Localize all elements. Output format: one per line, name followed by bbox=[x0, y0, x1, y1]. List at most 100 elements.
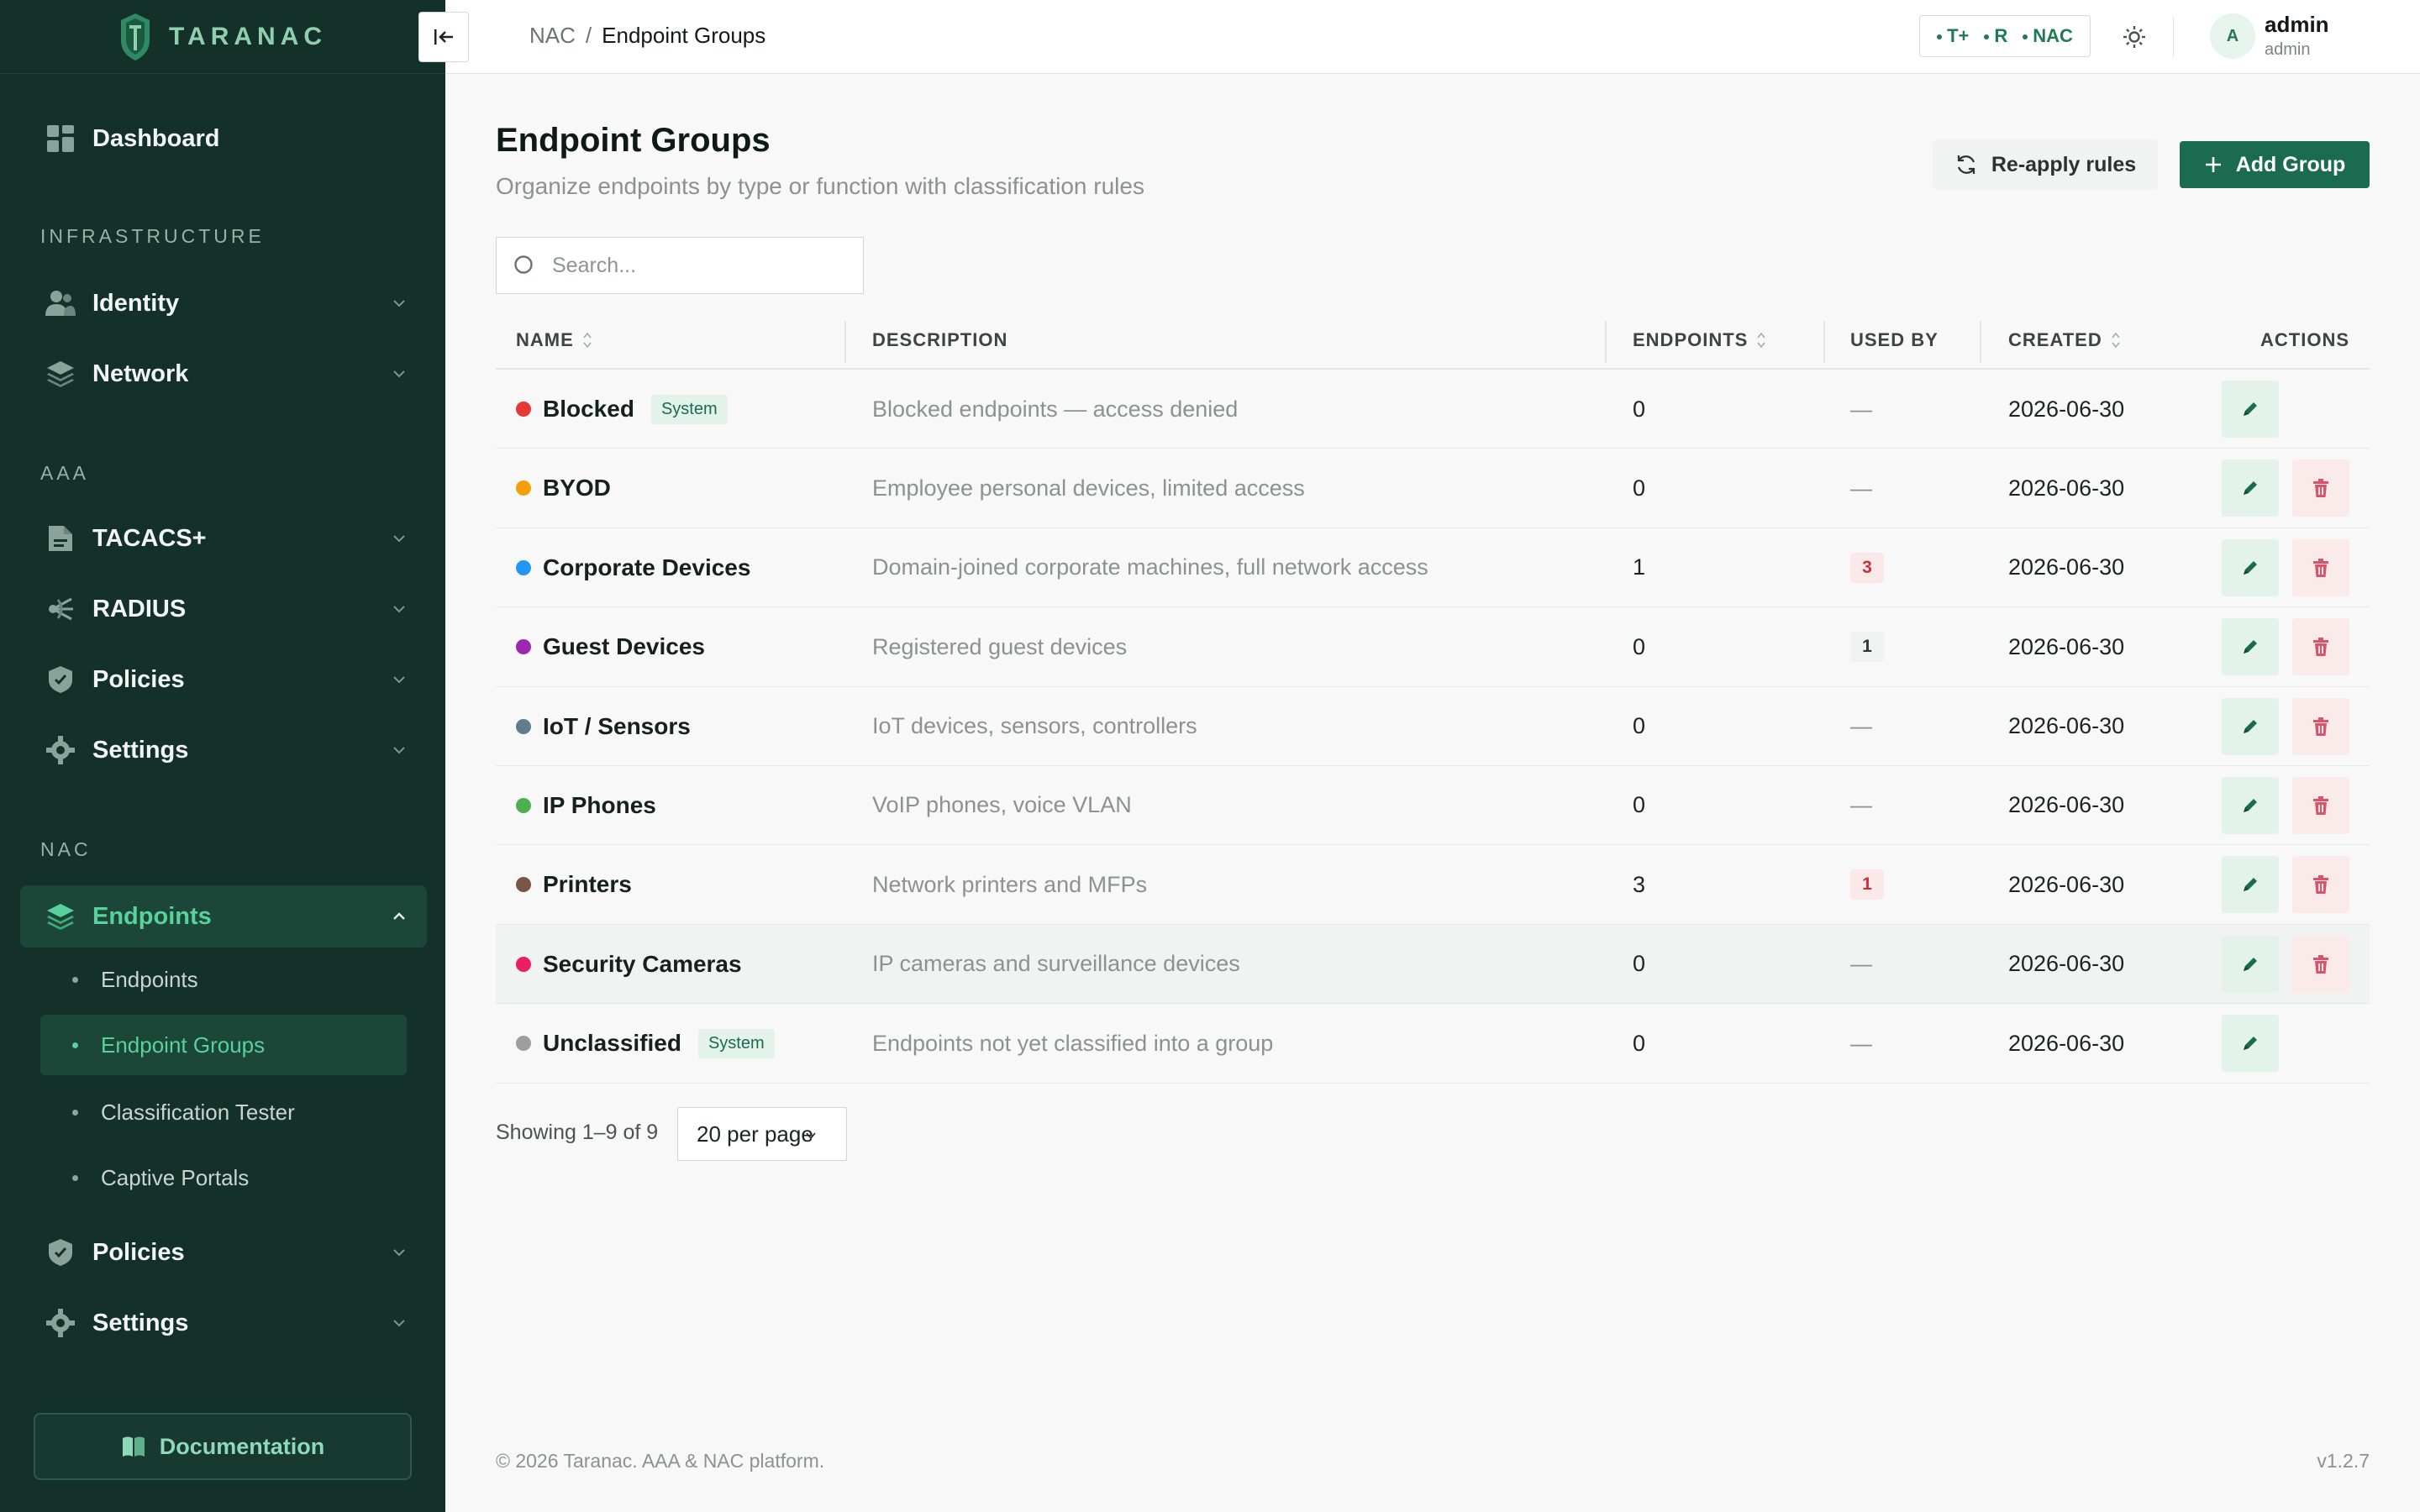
documentation-button[interactable]: Documentation bbox=[34, 1413, 412, 1480]
sidebar-item-settings-nac[interactable]: Settings bbox=[20, 1292, 427, 1354]
column-header-name[interactable]: NAME bbox=[516, 329, 592, 351]
delete-button[interactable] bbox=[2292, 776, 2349, 834]
edit-button[interactable] bbox=[2222, 1015, 2279, 1073]
group-name-cell: Guest Devices bbox=[516, 607, 705, 686]
delete-button[interactable] bbox=[2292, 856, 2349, 914]
sidebar-item-policies-nac[interactable]: Policies bbox=[20, 1221, 427, 1284]
group-color-dot bbox=[516, 402, 531, 417]
edit-button[interactable] bbox=[2222, 856, 2279, 914]
sidebar-item-radius[interactable]: RADIUS bbox=[20, 578, 427, 640]
delete-button[interactable] bbox=[2292, 538, 2349, 596]
edit-button[interactable] bbox=[2222, 459, 2279, 517]
group-name[interactable]: Blocked bbox=[543, 396, 634, 423]
group-name[interactable]: Security Cameras bbox=[543, 951, 742, 978]
collapse-sidebar-button[interactable] bbox=[418, 12, 469, 62]
chevron-up-icon bbox=[393, 912, 405, 920]
edit-button[interactable] bbox=[2222, 538, 2279, 596]
created-date: 2026-06-30 bbox=[2008, 396, 2125, 422]
breadcrumb-root[interactable]: NAC bbox=[529, 23, 576, 49]
table-row[interactable]: IoT / Sensors IoT devices, sensors, contr… bbox=[496, 687, 2370, 766]
brand[interactable]: TARANAC bbox=[0, 0, 445, 74]
sidebar-item-label: Settings bbox=[92, 1309, 189, 1336]
delete-button[interactable] bbox=[2292, 935, 2349, 993]
user-name[interactable]: admin bbox=[2265, 12, 2329, 38]
group-name[interactable]: IP Phones bbox=[543, 792, 656, 819]
used-by-value: — bbox=[1850, 713, 1872, 739]
table-row[interactable]: Printers Network printers and MFPs 3 1 2026-… bbox=[496, 845, 2370, 925]
sidebar-item-endpoints[interactable]: Endpoints bbox=[20, 885, 427, 948]
endpoint-count: 0 bbox=[1633, 1030, 1646, 1056]
edit-button[interactable] bbox=[2222, 776, 2279, 834]
per-page-select[interactable]: 20 per page bbox=[677, 1107, 847, 1161]
sidebar-item-label: Endpoints bbox=[92, 902, 212, 930]
column-header-created[interactable]: CREATED bbox=[2008, 329, 2121, 351]
sidebar-subitem-endpoints[interactable]: Endpoints bbox=[40, 949, 407, 1010]
row-actions bbox=[2222, 449, 2349, 528]
status-dot-icon bbox=[2023, 34, 2028, 40]
reapply-rules-button[interactable]: Re-apply rules bbox=[1933, 139, 2158, 190]
created-date: 2026-06-30 bbox=[2008, 871, 2125, 897]
group-description: Employee personal devices, limited acces… bbox=[872, 475, 1305, 501]
sidebar-subitem-endpoint-groups[interactable]: Endpoint Groups bbox=[40, 1015, 407, 1075]
sidebar-item-policies-aaa[interactable]: Policies bbox=[20, 648, 427, 711]
table-row[interactable]: Security Cameras IP cameras and surveilla… bbox=[496, 924, 2370, 1005]
row-actions bbox=[2222, 1004, 2279, 1083]
shield-logo-icon bbox=[120, 13, 150, 60]
used-by-cell: — bbox=[1850, 766, 1872, 845]
group-name[interactable]: IoT / Sensors bbox=[543, 713, 691, 740]
sort-icon bbox=[1757, 332, 1765, 349]
edit-button[interactable] bbox=[2222, 618, 2279, 676]
page-title: Endpoint Groups bbox=[496, 122, 771, 159]
sidebar-item-tacacs[interactable]: TACACS+ bbox=[20, 507, 427, 570]
add-group-button[interactable]: Add Group bbox=[2180, 141, 2370, 188]
documentation-label: Documentation bbox=[159, 1433, 325, 1459]
delete-button[interactable] bbox=[2292, 618, 2349, 676]
sidebar-subitem-captive-portals[interactable]: Captive Portals bbox=[40, 1147, 407, 1208]
group-name[interactable]: Corporate Devices bbox=[543, 554, 750, 581]
used-by-badge[interactable]: 1 bbox=[1850, 869, 1884, 900]
column-header-endpoints[interactable]: ENDPOINTS bbox=[1633, 329, 1766, 351]
trash-icon bbox=[2313, 479, 2328, 498]
used-by-badge[interactable]: 1 bbox=[1850, 632, 1884, 663]
edit-button[interactable] bbox=[2222, 935, 2279, 993]
status-dot-icon bbox=[1937, 34, 1943, 40]
pagination-summary: Showing 1–9 of 9 bbox=[496, 1121, 659, 1144]
sidebar-subitem-classification-tester[interactable]: Classification Tester bbox=[40, 1082, 407, 1142]
group-name[interactable]: Unclassified bbox=[543, 1030, 681, 1057]
table-row[interactable]: Corporate Devices Domain-joined corporate… bbox=[496, 528, 2370, 608]
group-name[interactable]: Printers bbox=[543, 871, 632, 898]
group-description: VoIP phones, voice VLAN bbox=[872, 792, 1132, 818]
table-row[interactable]: BYOD Employee personal devices, limited a… bbox=[496, 449, 2370, 528]
group-name[interactable]: Guest Devices bbox=[543, 633, 705, 660]
delete-button[interactable] bbox=[2292, 697, 2349, 755]
sidebar-item-network[interactable]: Network bbox=[20, 343, 427, 405]
status-label: R bbox=[1994, 25, 2008, 46]
row-actions bbox=[2222, 607, 2349, 686]
group-color-dot bbox=[516, 718, 531, 734]
sidebar: TARANAC Dashboard INFRASTRUCTURE Identit… bbox=[0, 0, 445, 1512]
edit-button[interactable] bbox=[2222, 697, 2279, 755]
pencil-icon bbox=[2244, 798, 2257, 812]
status-nac: NAC bbox=[2023, 25, 2073, 47]
sidebar-item-identity[interactable]: Identity bbox=[20, 272, 427, 334]
table-row[interactable]: Unclassified System Endpoints not yet clas… bbox=[496, 1004, 2370, 1084]
sidebar-item-settings-aaa[interactable]: Settings bbox=[20, 719, 427, 781]
edit-button[interactable] bbox=[2222, 381, 2279, 438]
used-by-badge[interactable]: 3 bbox=[1850, 552, 1884, 583]
table-row[interactable]: Blocked System Blocked endpoints — access … bbox=[496, 370, 2370, 449]
search-input[interactable] bbox=[552, 249, 846, 282]
avatar[interactable]: A bbox=[2210, 13, 2255, 59]
sort-icon bbox=[2112, 332, 2120, 349]
column-header-label: ENDPOINTS bbox=[1633, 329, 1749, 350]
brand-name: TARANAC bbox=[168, 22, 328, 50]
theme-toggle-button[interactable] bbox=[2116, 18, 2153, 55]
sidebar-item-dashboard[interactable]: Dashboard bbox=[20, 108, 427, 170]
group-name[interactable]: BYOD bbox=[543, 475, 611, 501]
table-row[interactable]: Guest Devices Registered guest devices 0 1 2… bbox=[496, 607, 2370, 687]
table-row[interactable]: IP Phones VoIP phones, voice VLAN 0 — 2026-0… bbox=[496, 766, 2370, 846]
sidebar-item-label: Settings bbox=[92, 736, 189, 764]
pencil-icon bbox=[2244, 1037, 2257, 1051]
sun-icon bbox=[2123, 26, 2145, 48]
trash-icon bbox=[2313, 638, 2328, 657]
delete-button[interactable] bbox=[2292, 459, 2349, 517]
